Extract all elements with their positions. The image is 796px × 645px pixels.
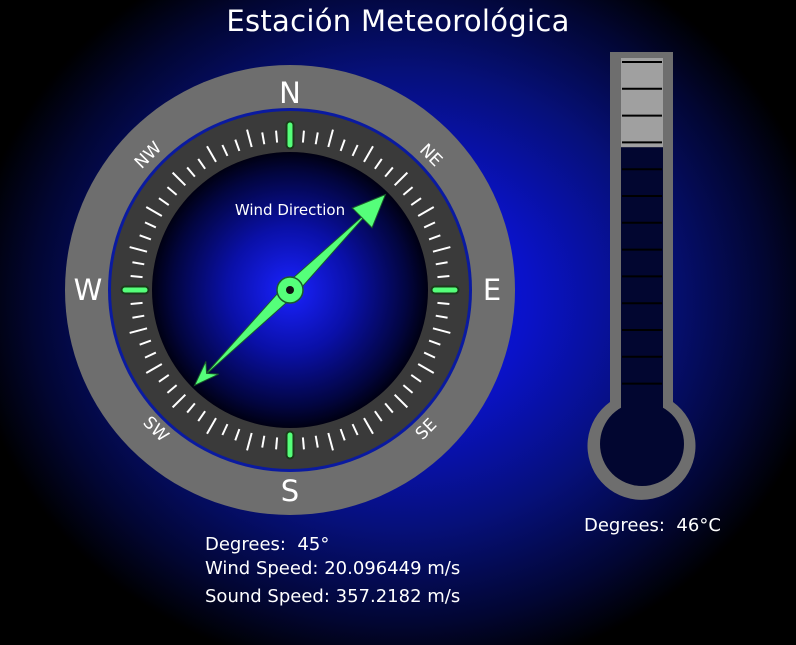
- compass-tick: [130, 301, 143, 305]
- compass-tick: [275, 130, 279, 143]
- wind-speed-label: Wind Speed:: [205, 558, 319, 579]
- cardinal-e-label: E: [483, 273, 501, 307]
- compass-tick: [437, 301, 450, 305]
- compass-tick: [301, 437, 305, 450]
- page-title: Estación Meteorológica: [226, 4, 570, 38]
- temperature-label: Degrees:: [584, 515, 665, 536]
- temperature-readout: Degrees: 46°C: [584, 515, 721, 536]
- wind-direction-label: Wind Direction: [235, 201, 345, 219]
- compass-tick: [301, 130, 305, 143]
- sound-speed-label: Sound Speed:: [205, 586, 330, 607]
- wind-degrees-value: 45°: [297, 534, 330, 555]
- sound-speed-value: 357.2182 m/s: [335, 586, 461, 607]
- sound-speed-row: Sound Speed: 357.2182 m/s: [205, 585, 460, 609]
- wind-info-panel: Degrees: 45° Wind Speed: 20.096449 m/s S…: [205, 533, 460, 609]
- wind-speed-value: 20.096449 m/s: [324, 558, 461, 579]
- cardinal-n-label: N: [279, 76, 301, 110]
- compass-tick: [275, 437, 279, 450]
- wind-degrees-row: Degrees: 45°: [205, 533, 460, 557]
- cardinal-s-label: S: [281, 474, 299, 508]
- needle-hub-center: [286, 286, 294, 294]
- wind-degrees-label: Degrees:: [205, 534, 286, 555]
- thermometer-level: [621, 147, 663, 415]
- wind-speed-row: Wind Speed: 20.096449 m/s: [205, 557, 460, 581]
- compass-tick: [437, 275, 450, 279]
- cardinal-w-label: W: [74, 273, 103, 307]
- thermometer-empty-tube: [621, 58, 663, 148]
- wind-compass: N S E W NE NW SE SW Wind Direction: [65, 65, 515, 515]
- compass-tick: [130, 275, 143, 279]
- temperature-value: 46°C: [676, 515, 721, 536]
- thermometer: [587, 52, 696, 500]
